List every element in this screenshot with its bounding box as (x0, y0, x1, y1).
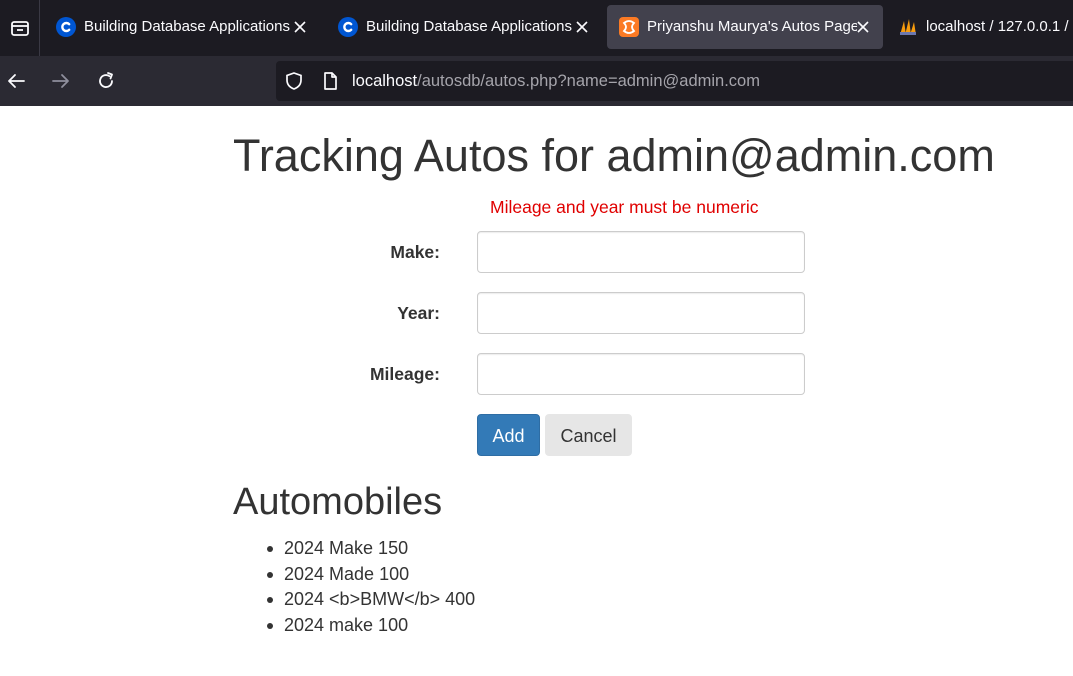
reload-icon (99, 72, 113, 88)
year-label: Year: (397, 303, 440, 323)
nav-bar: localhost/autosdb/autos.php?name=admin@a… (0, 56, 1073, 106)
list-item: 2024 Make 150 (267, 536, 475, 562)
list-item-text: 2024 make 100 (284, 614, 409, 635)
cancel-button[interactable]: Cancel (545, 414, 632, 456)
forward-arrow-icon (52, 74, 69, 88)
coursera-icon (56, 17, 76, 37)
back-button[interactable] (0, 65, 32, 97)
error-message: Mileage and year must be numeric (490, 197, 759, 217)
close-icon (294, 21, 306, 33)
make-input[interactable] (477, 231, 805, 273)
bullet-icon (267, 597, 273, 603)
bullet-icon (267, 571, 273, 578)
tab-title: Building Database Applications (84, 18, 290, 35)
list-item-text: 2024 Made 100 (284, 563, 410, 584)
tab-list-icon (11, 21, 29, 36)
coursera-icon (338, 17, 358, 37)
tab-title: Building Database Applications (366, 18, 572, 35)
close-tab-button[interactable] (574, 19, 590, 35)
page-content: Tracking Autos for admin@admin.com Milea… (0, 106, 1073, 676)
list-item-text: 2024 <b>BMW</b> 400 (284, 589, 476, 609)
add-button[interactable]: Add (477, 414, 540, 456)
list-item: 2024 <b>BMW</b> 400 (267, 587, 475, 613)
close-tab-button[interactable] (855, 19, 871, 35)
page-icon[interactable] (320, 71, 340, 91)
tab-separator (39, 0, 40, 56)
close-tab-button[interactable] (292, 19, 308, 35)
url-path: /autosdb/autos.php?name=admin@admin.com (417, 72, 760, 90)
tab-building-database-2[interactable]: Building Database Applications (326, 5, 602, 49)
close-icon (576, 21, 588, 33)
tab-bar: Building Database Applications Building … (0, 0, 1073, 56)
automobiles-list: 2024 Make 150 2024 Made 100 2024 <b>BMW<… (267, 536, 475, 638)
tab-building-database-1[interactable]: Building Database Applications (44, 5, 320, 49)
mileage-input[interactable] (477, 353, 805, 395)
page-title: Tracking Autos for admin@admin.com (233, 130, 995, 181)
tab-title: localhost / 127.0.0.1 / a (926, 18, 1073, 35)
make-label: Make: (390, 242, 440, 262)
url-text[interactable]: localhost/autosdb/autos.php?name=admin@a… (352, 61, 760, 101)
bullet-icon (267, 546, 273, 552)
close-icon (857, 21, 869, 33)
forward-button[interactable] (45, 65, 77, 97)
mileage-label: Mileage: (369, 364, 440, 384)
tab-list-button[interactable] (0, 6, 40, 50)
bullet-icon (267, 622, 273, 629)
tab-title: Priyanshu Maurya's Autos Page (647, 18, 857, 35)
tab-phpmyadmin[interactable]: localhost / 127.0.0.1 / a (886, 5, 1073, 49)
back-arrow-icon (8, 74, 25, 88)
list-item-text: 2024 Make 150 (284, 538, 409, 558)
phpmyadmin-icon (900, 19, 916, 35)
list-item: 2024 make 100 (267, 613, 475, 639)
reload-button[interactable] (90, 65, 122, 97)
url-bar[interactable]: localhost/autosdb/autos.php?name=admin@a… (276, 61, 1073, 101)
year-input[interactable] (477, 292, 805, 334)
tab-autos-page[interactable]: Priyanshu Maurya's Autos Page (607, 5, 883, 49)
xampp-icon (619, 17, 639, 37)
shield-icon[interactable] (284, 71, 304, 91)
url-host: localhost (352, 72, 418, 90)
list-item: 2024 Made 100 (267, 562, 475, 588)
automobiles-heading: Automobiles (233, 481, 443, 523)
